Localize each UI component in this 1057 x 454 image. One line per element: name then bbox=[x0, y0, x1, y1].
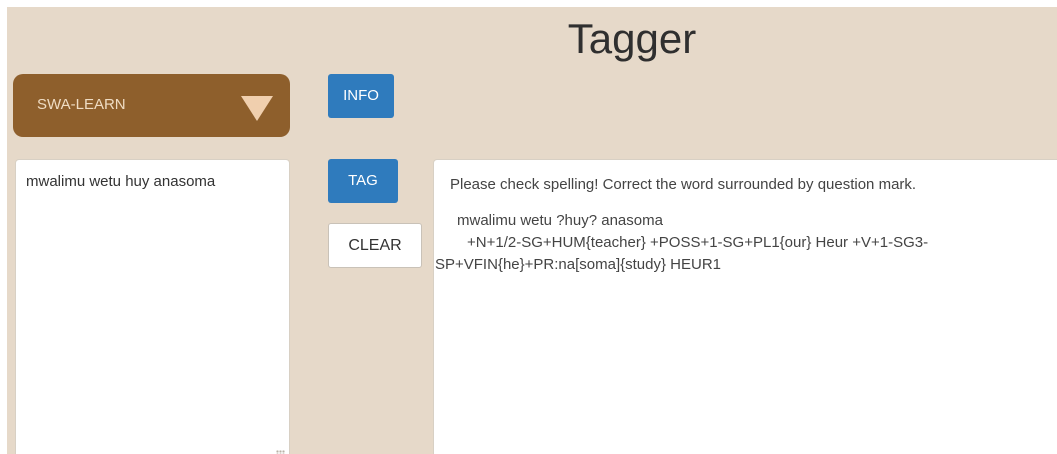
app-frame: Tagger SWA-LEARN INFO mwalimu wetu huy a… bbox=[7, 7, 1057, 454]
clear-button[interactable]: CLEAR bbox=[328, 223, 422, 268]
output-panel: Please check spelling! Correct the word … bbox=[433, 159, 1057, 454]
page-title: Tagger bbox=[567, 15, 697, 62]
input-text: mwalimu wetu huy anasoma bbox=[26, 173, 216, 190]
spelling-message: Please check spelling! Correct the word … bbox=[450, 176, 917, 193]
resize-grip-icon[interactable] bbox=[276, 450, 285, 454]
result-sentence: mwalimu wetu ?huy? anasoma bbox=[457, 212, 663, 229]
chevron-down-icon bbox=[241, 96, 273, 121]
language-select-value: SWA-LEARN bbox=[37, 96, 126, 113]
info-button[interactable]: INFO bbox=[328, 74, 394, 118]
tag-result: mwalimu wetu ?huy? anasoma +N+1/2-SG+HUM… bbox=[435, 210, 1056, 276]
language-select[interactable]: SWA-LEARN bbox=[13, 74, 290, 137]
text-input[interactable]: mwalimu wetu huy anasoma bbox=[15, 159, 290, 454]
tag-button[interactable]: TAG bbox=[328, 159, 398, 203]
result-analysis: +N+1/2-SG+HUM{teacher} +POSS+1-SG+PL1{ou… bbox=[435, 234, 929, 273]
